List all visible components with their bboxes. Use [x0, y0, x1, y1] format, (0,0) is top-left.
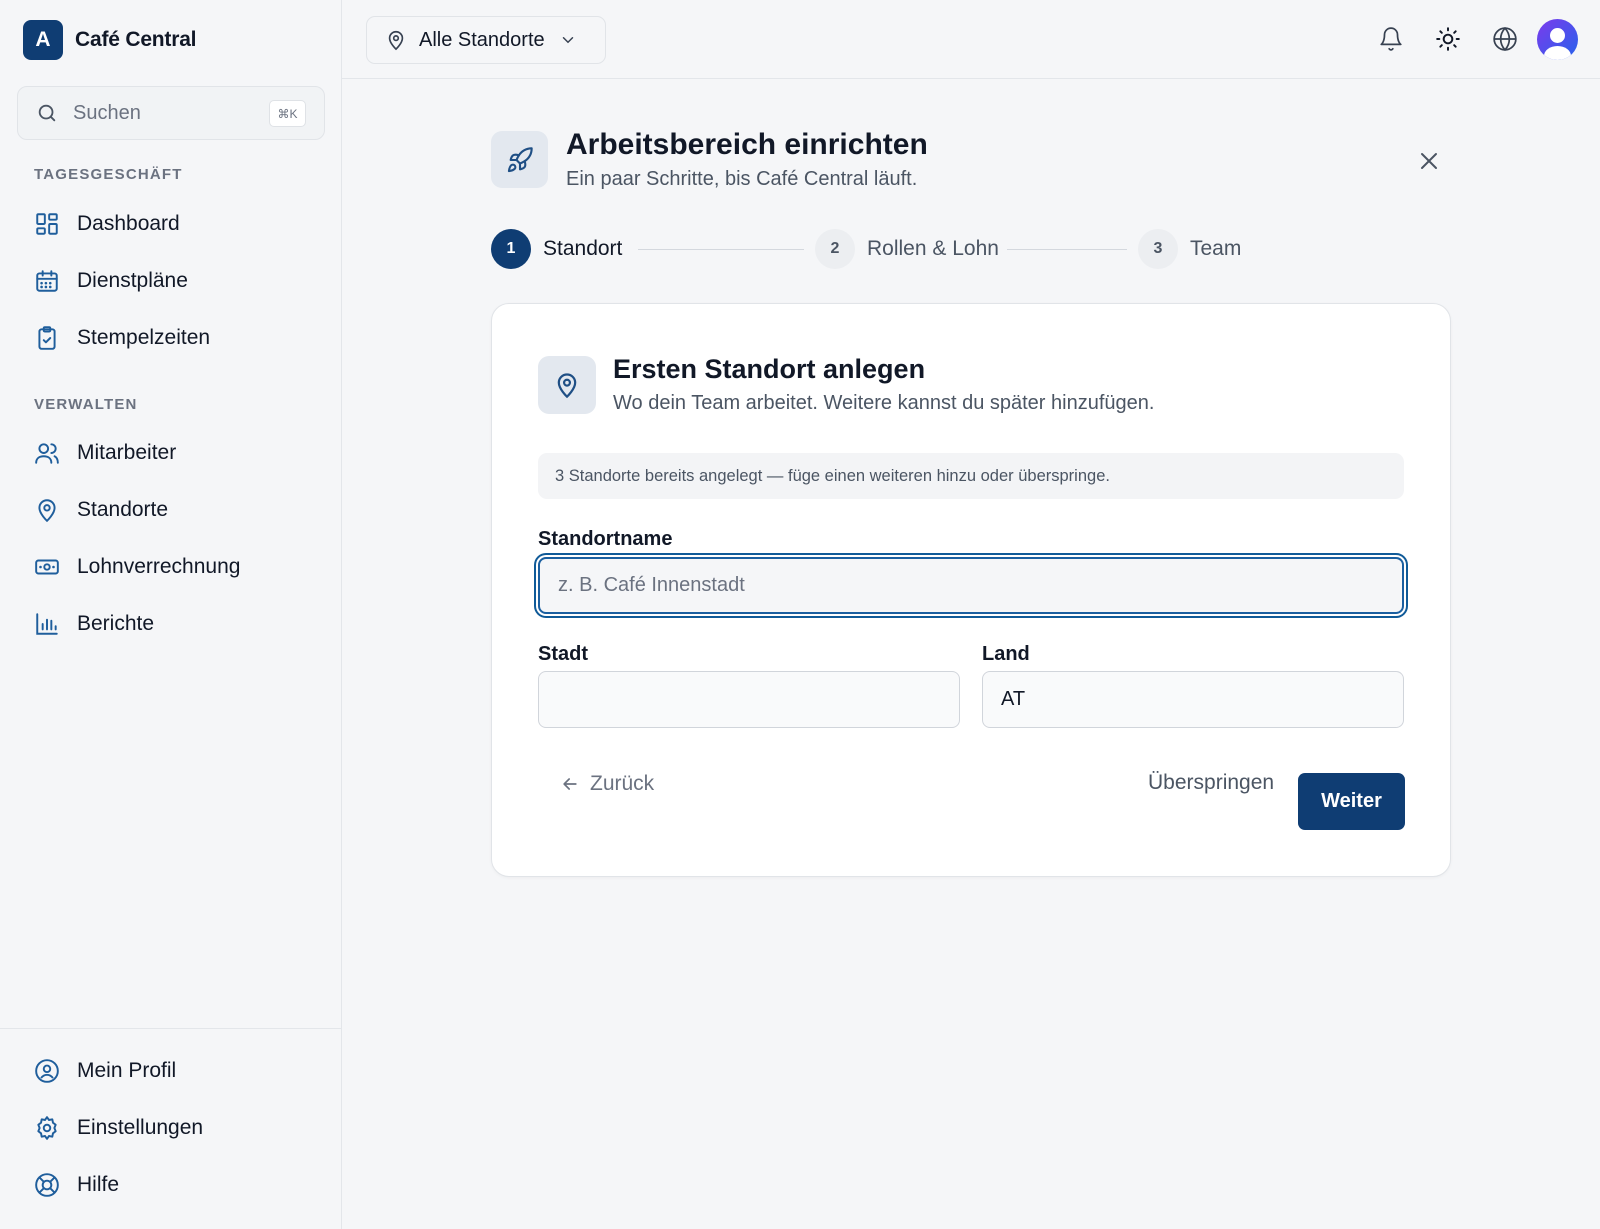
card-header-icon [538, 356, 596, 414]
arrow-left-icon [563, 778, 577, 790]
location-select-value: Alle Standorte [419, 28, 545, 51]
search-shortcut: ⌘K [269, 100, 306, 127]
sidebar-divider [0, 1028, 342, 1029]
location-form-card: Ersten Standort anlegen Wo dein Team arb… [491, 303, 1451, 877]
bar-chart-icon [36, 613, 58, 635]
sidebar-item-label: Berichte [77, 612, 155, 635]
city-label: Stadt [538, 643, 588, 665]
avatar-head [1550, 28, 1565, 43]
step-connector [1007, 249, 1127, 250]
sidebar-item-label: Mein Profil [77, 1059, 177, 1082]
sidebar-item-mitarbeiter[interactable]: Mitarbeiter [34, 435, 176, 471]
location-name-input[interactable] [538, 557, 1404, 614]
step-label: Standort [543, 237, 623, 260]
sun-icon [1436, 27, 1460, 51]
step-number: 1 [491, 229, 531, 269]
search-placeholder: Suchen [73, 101, 141, 124]
clipboard-check-icon [38, 326, 56, 350]
close-icon [1421, 153, 1437, 169]
location-name-label: Standortname [538, 528, 673, 550]
wizard-header-icon [491, 131, 548, 188]
step-number: 2 [815, 229, 855, 269]
next-button[interactable]: Weiter [1298, 773, 1405, 830]
wizard-title: Arbeitsbereich einrichten [566, 128, 928, 161]
sidebar-item-label: Dienstpläne [77, 269, 188, 292]
search-icon [38, 104, 56, 122]
sidebar-item-mein-profil[interactable]: Mein Profil [34, 1053, 176, 1089]
country-label: Land [982, 643, 1030, 665]
step-team: 3 Team [1138, 229, 1241, 269]
sidebar-item-label: Dashboard [77, 212, 180, 235]
step-number: 3 [1138, 229, 1178, 269]
sidebar-item-label: Einstellungen [77, 1116, 204, 1139]
chevron-down-icon [562, 37, 573, 44]
info-notice: 3 Standorte bereits angelegt — füge eine… [538, 453, 1404, 499]
dashboard-icon [36, 213, 58, 235]
card-title: Ersten Standort anlegen [613, 354, 926, 384]
sidebar-item-label: Hilfe [77, 1173, 120, 1196]
language-button[interactable] [1490, 24, 1520, 54]
sidebar-item-label: Lohnverrechnung [77, 555, 241, 578]
location-select[interactable]: Alle Standorte [366, 16, 606, 64]
topbar: Alle Standorte [342, 0, 1600, 79]
step-connector [638, 249, 804, 250]
notifications-button[interactable] [1376, 24, 1406, 54]
card-subtitle: Wo dein Team arbeitet. Weitere kannst du… [613, 392, 1155, 414]
sidebar-item-berichte[interactable]: Berichte [34, 606, 154, 642]
gear-icon [37, 1116, 57, 1140]
map-pin-icon [557, 373, 577, 399]
users-icon [35, 443, 59, 464]
city-input[interactable] [538, 671, 960, 728]
sidebar-item-standorte[interactable]: Standorte [34, 492, 168, 528]
skip-button[interactable]: Überspringen [1148, 771, 1274, 795]
search-box[interactable]: Suchen ⌘K [17, 86, 325, 140]
theme-toggle-button[interactable] [1433, 24, 1463, 54]
back-button[interactable]: Zurück [560, 764, 654, 804]
sidebar-item-label: Standorte [77, 498, 169, 521]
sidebar-item-label: Stempelzeiten [77, 326, 211, 349]
sidebar-item-dashboard[interactable]: Dashboard [34, 206, 180, 242]
section-label-verwalten: VERWALTEN [34, 396, 138, 413]
rocket-icon [507, 146, 533, 172]
step-label: Rollen & Lohn [867, 237, 999, 260]
sidebar-item-dienstplaene[interactable]: Dienstpläne [34, 263, 188, 299]
close-button[interactable] [1414, 146, 1444, 176]
step-rollen-lohn: 2 Rollen & Lohn [815, 229, 999, 269]
globe-icon [1493, 26, 1517, 52]
back-button-label: Zurück [590, 772, 655, 795]
sidebar: A Café Central Suchen ⌘K TAGESGESCHÄFT D… [0, 0, 342, 1229]
brand[interactable]: A Café Central [23, 20, 197, 60]
sidebar-item-lohnverrechnung[interactable]: Lohnverrechnung [34, 549, 240, 585]
bell-icon [1380, 27, 1402, 51]
wizard-subtitle: Ein paar Schritte, bis Café Central läuf… [566, 168, 918, 190]
map-pin-icon [38, 499, 56, 523]
lifebuoy-icon [35, 1173, 59, 1197]
sidebar-item-stempelzeiten[interactable]: Stempelzeiten [34, 320, 210, 356]
brand-logo: A [23, 20, 63, 60]
calendar-icon [36, 270, 58, 292]
banknote-icon [35, 559, 59, 575]
brand-name: Café Central [75, 28, 197, 51]
avatar[interactable] [1537, 19, 1578, 60]
sidebar-item-einstellungen[interactable]: Einstellungen [34, 1110, 203, 1146]
avatar-body [1544, 46, 1571, 60]
section-label-tagesgeschaeft: TAGESGESCHÄFT [34, 166, 183, 183]
step-label: Team [1190, 237, 1242, 260]
user-circle-icon [35, 1059, 59, 1083]
map-pin-icon [388, 30, 404, 51]
sidebar-item-label: Mitarbeiter [77, 441, 177, 464]
country-input[interactable] [982, 671, 1404, 728]
sidebar-item-hilfe[interactable]: Hilfe [34, 1167, 119, 1203]
step-standort: 1 Standort [491, 229, 622, 269]
